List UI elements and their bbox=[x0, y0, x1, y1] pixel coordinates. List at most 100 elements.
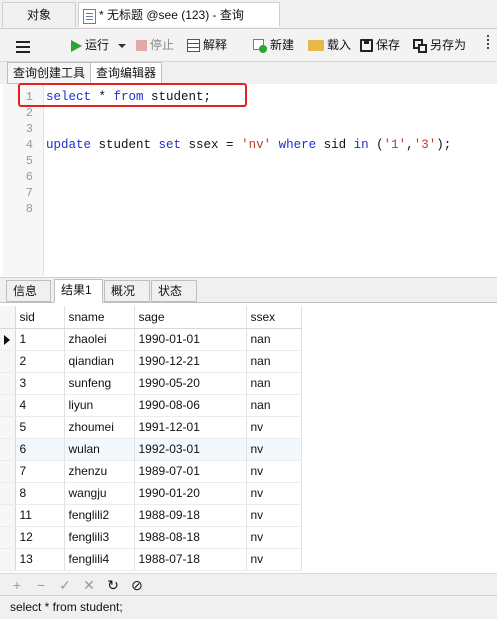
cell-sname[interactable]: wangju bbox=[64, 482, 135, 505]
cell-sname[interactable]: zhoumei bbox=[64, 416, 135, 439]
line-number: 6 bbox=[25, 170, 33, 184]
table-row[interactable]: 12 fenglili3 1988-08-18 nv bbox=[0, 526, 302, 549]
cell-sname[interactable]: sunfeng bbox=[64, 372, 135, 395]
cell-sname[interactable]: zhenzu bbox=[64, 460, 135, 483]
cell-sid[interactable]: 4 bbox=[15, 394, 65, 417]
cell-ssex[interactable]: nv bbox=[246, 526, 302, 549]
sql-editor[interactable]: 1 2 3 4 5 6 7 8 select * from student; u… bbox=[0, 84, 497, 276]
cell-sid[interactable]: 1 bbox=[15, 328, 65, 351]
column-header-sname[interactable]: sname bbox=[64, 306, 135, 329]
explain-button[interactable]: 解释 bbox=[187, 35, 227, 55]
stop-query-icon[interactable]: ⊘ bbox=[129, 576, 145, 594]
table-row[interactable]: 1 zhaolei 1990-01-01 nan bbox=[0, 328, 302, 351]
row-indicator bbox=[0, 460, 16, 483]
cell-sage[interactable]: 1990-01-20 bbox=[134, 482, 247, 505]
menu-button[interactable] bbox=[16, 35, 30, 55]
column-header-ssex[interactable]: ssex bbox=[246, 306, 302, 329]
tab-status[interactable]: 状态 bbox=[151, 280, 197, 302]
tab-result1[interactable]: 结果1 bbox=[54, 279, 103, 303]
explain-icon bbox=[187, 39, 200, 53]
row-indicator bbox=[0, 504, 16, 527]
cell-ssex[interactable]: nv bbox=[246, 438, 302, 461]
cell-ssex[interactable]: nan bbox=[246, 372, 302, 395]
cell-sname[interactable]: fenglili2 bbox=[64, 504, 135, 527]
refresh-icon[interactable]: ↻ bbox=[105, 576, 121, 594]
run-button[interactable]: 运行 bbox=[71, 35, 127, 55]
discard-x-icon[interactable]: ✕ bbox=[81, 576, 97, 594]
result-rows: 1 zhaolei 1990-01-01 nan 2 qiandian 1990-12-21… bbox=[0, 328, 302, 571]
result-tabs: 信息 结果1 概况 状态 bbox=[0, 277, 497, 303]
table-row[interactable]: 13 fenglili4 1988-07-18 nv bbox=[0, 548, 302, 571]
cell-sage[interactable]: 1988-07-18 bbox=[134, 548, 247, 571]
result-grid[interactable]: sid sname sage ssex 1 zhaolei 1990-01-01 na… bbox=[0, 306, 497, 573]
table-row[interactable]: 8 wangju 1990-01-20 nv bbox=[0, 482, 302, 505]
load-button[interactable]: 载入 bbox=[308, 35, 351, 55]
cell-sage[interactable]: 1988-09-18 bbox=[134, 504, 247, 527]
cell-sid[interactable]: 3 bbox=[15, 372, 65, 395]
tab-query-editor[interactable]: 查询编辑器 bbox=[90, 62, 163, 85]
cell-sid[interactable]: 6 bbox=[15, 438, 65, 461]
cell-sname[interactable]: liyun bbox=[64, 394, 135, 417]
table-row[interactable]: 3 sunfeng 1990-05-20 nan bbox=[0, 372, 302, 395]
row-indicator bbox=[0, 372, 16, 395]
stop-button[interactable]: 停止 bbox=[136, 35, 174, 55]
cell-sage[interactable]: 1990-01-01 bbox=[134, 328, 247, 351]
row-indicator-header bbox=[0, 306, 16, 329]
add-record-icon[interactable]: + bbox=[9, 576, 25, 594]
table-row[interactable]: 5 zhoumei 1991-12-01 nv bbox=[0, 416, 302, 439]
cell-ssex[interactable]: nan bbox=[246, 350, 302, 373]
cell-ssex[interactable]: nv bbox=[246, 482, 302, 505]
cell-ssex[interactable]: nan bbox=[246, 328, 302, 351]
table-row[interactable]: 4 liyun 1990-08-06 nan bbox=[0, 394, 302, 417]
cell-sid[interactable]: 2 bbox=[15, 350, 65, 373]
cell-sname[interactable]: zhaolei bbox=[64, 328, 135, 351]
query-file-icon bbox=[83, 9, 96, 24]
cell-sid[interactable]: 12 bbox=[15, 526, 65, 549]
table-row[interactable]: 7 zhenzu 1989-07-01 nv bbox=[0, 460, 302, 483]
cell-sage[interactable]: 1992-03-01 bbox=[134, 438, 247, 461]
stop-label: 停止 bbox=[150, 38, 175, 52]
cell-sid[interactable]: 13 bbox=[15, 548, 65, 571]
cell-sage[interactable]: 1989-07-01 bbox=[134, 460, 247, 483]
chevron-down-icon[interactable] bbox=[118, 43, 127, 48]
tab-info[interactable]: 信息 bbox=[6, 280, 51, 302]
table-row[interactable]: 11 fenglili2 1988-09-18 nv bbox=[0, 504, 302, 527]
cell-ssex[interactable]: nv bbox=[246, 504, 302, 527]
cell-sid[interactable]: 11 bbox=[15, 504, 65, 527]
tab-objects[interactable]: 对象 bbox=[2, 2, 76, 27]
cell-ssex[interactable]: nv bbox=[246, 460, 302, 483]
apply-check-icon[interactable]: ✓ bbox=[57, 576, 73, 594]
cell-sname[interactable]: qiandian bbox=[64, 350, 135, 373]
cell-sage[interactable]: 1991-12-01 bbox=[134, 416, 247, 439]
row-indicator bbox=[0, 482, 16, 505]
cell-sid[interactable]: 8 bbox=[15, 482, 65, 505]
cell-sage[interactable]: 1990-12-21 bbox=[134, 350, 247, 373]
cell-ssex[interactable]: nan bbox=[246, 394, 302, 417]
cell-sage[interactable]: 1990-08-06 bbox=[134, 394, 247, 417]
table-row[interactable]: 6 wulan 1992-03-01 nv bbox=[0, 438, 302, 461]
new-button[interactable]: 新建 bbox=[253, 35, 294, 55]
column-header-sid[interactable]: sid bbox=[15, 306, 65, 329]
save-as-button[interactable]: 另存为 bbox=[413, 35, 466, 55]
table-row[interactable]: 2 qiandian 1990-12-21 nan bbox=[0, 350, 302, 373]
cell-sname[interactable]: fenglili3 bbox=[64, 526, 135, 549]
tab-query-builder[interactable]: 查询创建工具 bbox=[7, 62, 92, 84]
cell-sname[interactable]: fenglili4 bbox=[64, 548, 135, 571]
tab-query[interactable]: * 无标题 @see (123) - 查询 bbox=[78, 2, 280, 27]
tab-profile[interactable]: 概况 bbox=[104, 280, 150, 302]
delete-record-icon[interactable]: − bbox=[33, 576, 49, 594]
save-button[interactable]: 保存 bbox=[360, 35, 400, 55]
column-header-sage[interactable]: sage bbox=[134, 306, 247, 329]
cell-sid[interactable]: 5 bbox=[15, 416, 65, 439]
overflow-icon[interactable] bbox=[487, 35, 495, 55]
sql-keyword: where bbox=[278, 138, 317, 152]
row-indicator bbox=[0, 328, 16, 351]
sql-keyword: set bbox=[158, 138, 182, 152]
cell-sid[interactable]: 7 bbox=[15, 460, 65, 483]
cell-ssex[interactable]: nv bbox=[246, 548, 302, 571]
cell-ssex[interactable]: nv bbox=[246, 416, 302, 439]
cell-sage[interactable]: 1990-05-20 bbox=[134, 372, 247, 395]
cell-sname[interactable]: wulan bbox=[64, 438, 135, 461]
run-label: 运行 bbox=[85, 38, 110, 52]
cell-sage[interactable]: 1988-08-18 bbox=[134, 526, 247, 549]
